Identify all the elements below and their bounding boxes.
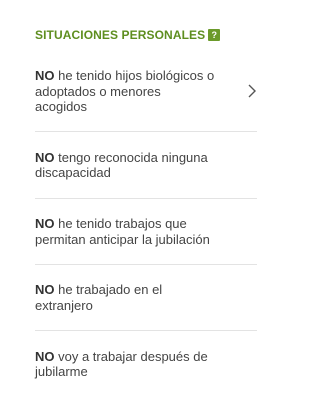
situation-text: NO he tenido hijos biológicos o adoptado…: [35, 68, 215, 115]
situation-item-disability[interactable]: NO tengo reconocida ninguna discapacidad: [35, 132, 257, 199]
situation-description: voy a trabajar después de jubilarme: [35, 348, 208, 380]
situations-list: NO he tenido hijos biológicos o adoptado…: [35, 50, 257, 397]
situation-item-abroad[interactable]: NO he trabajado en el extranjero: [35, 265, 257, 331]
negation-label: NO: [35, 149, 55, 165]
situation-description: tengo reconocida ninguna discapacidad: [35, 149, 208, 181]
situation-text: NO tengo reconocida ninguna discapacidad: [35, 150, 215, 181]
situation-description: he tenido trabajos que permitan anticipa…: [35, 216, 210, 247]
question-mark-icon[interactable]: ?: [208, 29, 221, 41]
situation-item-work-after-retirement[interactable]: NO voy a trabajar después de jubilarme: [35, 331, 257, 397]
negation-label: NO: [35, 68, 55, 84]
situation-text: NO he tenido trabajos que permitan antic…: [35, 216, 215, 247]
negation-label: NO: [35, 348, 55, 364]
situation-item-early-retirement-jobs[interactable]: NO he tenido trabajos que permitan antic…: [35, 199, 257, 265]
situation-description: he tenido hijos biológicos o adoptados o…: [35, 68, 215, 115]
situation-text: NO he trabajado en el extranjero: [35, 282, 215, 313]
section-header: SITUACIONES PERSONALES ?: [35, 20, 257, 50]
chevron-right-icon[interactable]: [247, 84, 257, 98]
situation-item-children[interactable]: NO he tenido hijos biológicos o adoptado…: [35, 50, 257, 132]
personal-situations-panel: SITUACIONES PERSONALES ? NO he tenido hi…: [0, 20, 265, 419]
situation-description: he trabajado en el extranjero: [35, 282, 163, 313]
section-title: SITUACIONES PERSONALES: [35, 28, 206, 42]
negation-label: NO: [35, 282, 55, 297]
negation-label: NO: [35, 216, 55, 231]
situation-text: NO voy a trabajar después de jubilarme: [35, 349, 215, 380]
